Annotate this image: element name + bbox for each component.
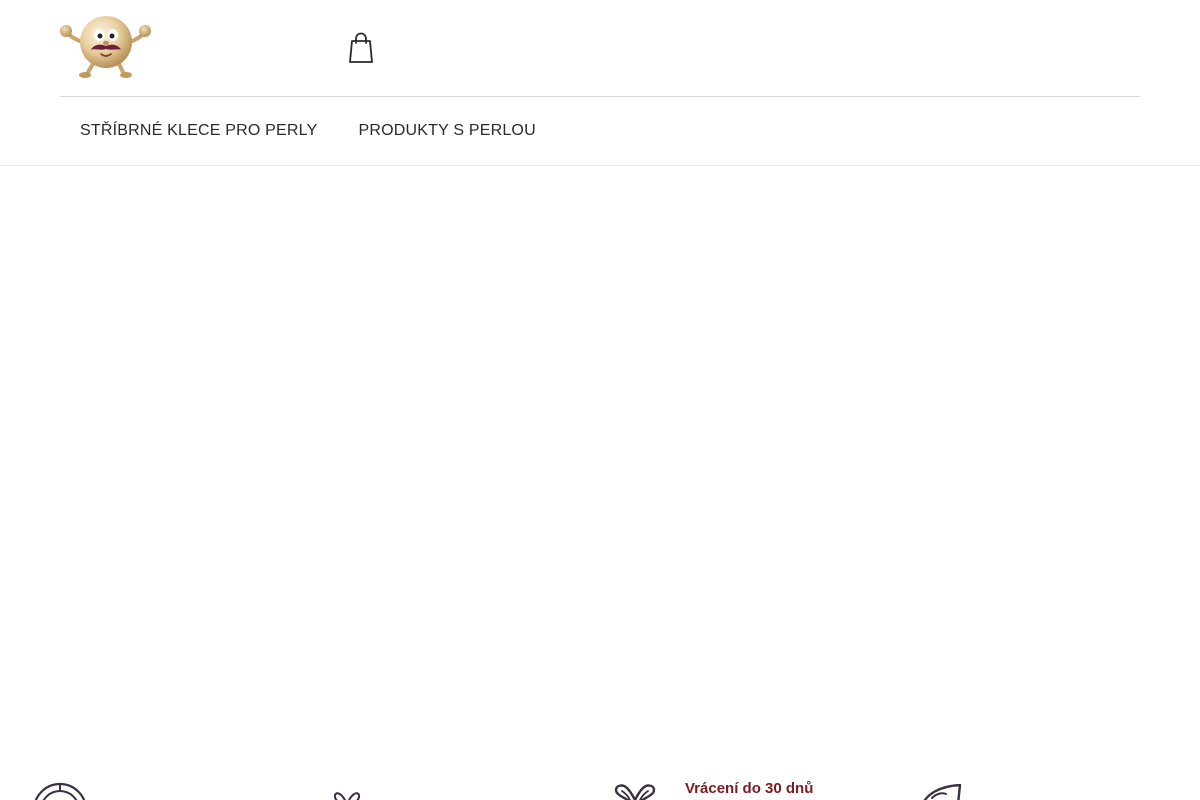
nav-item-pearl-products[interactable]: PRODUKTY S PERLOU xyxy=(338,122,555,140)
main-navigation: STŘÍBRNÉ KLECE PRO PERLY PRODUKTY S PERL… xyxy=(60,97,556,165)
site-header: STŘÍBRNÉ KLECE PRO PERLY PRODUKTY S PERL… xyxy=(0,0,1200,166)
badge-icon xyxy=(34,782,86,800)
main-content-area xyxy=(0,166,1200,766)
nav-item-silver-pearl-cages[interactable]: STŘÍBRNÉ KLECE PRO PERLY xyxy=(60,122,337,140)
pearl-mascot-logo-icon xyxy=(60,16,151,78)
header-top-bar xyxy=(60,0,1140,97)
shell-icon xyxy=(923,784,962,800)
gift-bow-icon xyxy=(333,792,361,800)
shopping-bag-icon xyxy=(349,32,373,63)
logo[interactable] xyxy=(60,12,152,78)
benefits-bar: Vrácení do 30 dnů xyxy=(0,770,1200,800)
benefit-title-returns: Vrácení do 30 dnů xyxy=(685,780,814,797)
cart-button[interactable] xyxy=(347,32,375,64)
return-heart-icon xyxy=(614,784,656,800)
